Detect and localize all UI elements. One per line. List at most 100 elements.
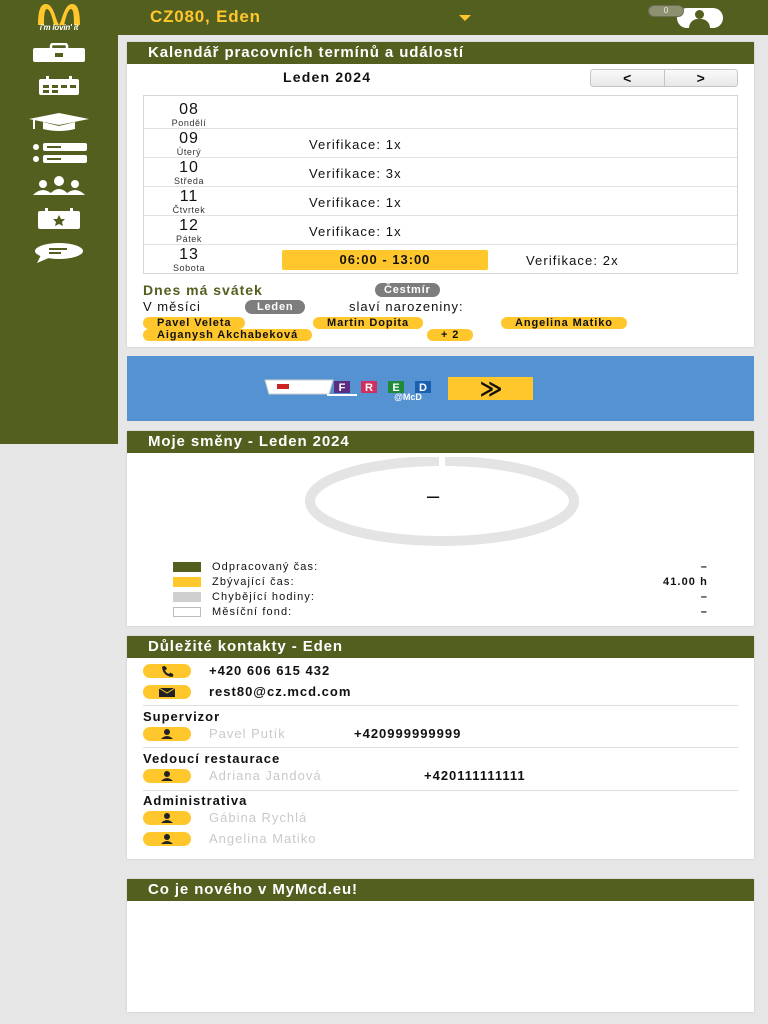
legend-label: Chybějící hodiny: [212,591,316,603]
notification-badge[interactable]: 0 [648,5,684,17]
legend-value: – [700,561,708,573]
day-event[interactable]: Verifikace: 3x [309,166,402,181]
manager-label: Vedoucí restaurace [143,751,281,766]
person-icon [143,727,191,741]
calendar-day-row[interactable]: 11 Čtvrtek Verifikace: 1x [144,187,737,216]
calendar-day-row[interactable]: 08 Pondělí [144,100,737,129]
calendar-star-icon[interactable] [29,207,89,231]
calendar-card: Kalendář pracovních termínů a událostí L… [127,42,754,347]
contacts-card: Důležité kontakty - Eden +420 606 615 43… [127,636,754,859]
day-event[interactable]: Verifikace: 1x [309,137,402,152]
store-selector[interactable]: CZ080, Eden [150,7,261,27]
team-icon[interactable] [29,175,89,199]
day-name: Čtvrtek [172,205,206,215]
fred-letter: R [365,382,373,394]
manager-phone[interactable]: +420111111111 [424,768,526,783]
birthday-prefix: V měsíci [143,299,201,314]
birthday-month-badge: Leden [245,300,306,314]
legend-swatch [173,607,201,617]
admin-name: Angelina Matiko [209,831,317,846]
user-body-icon [689,19,710,28]
day-name: Pátek [175,234,202,244]
person-icon [143,832,191,846]
briefcase-icon[interactable] [29,42,89,67]
logo-slogan: i'm lovin' it [39,23,79,32]
day-name: Úterý [176,147,202,157]
day-event[interactable]: Verifikace: 1x [309,224,402,239]
day-event[interactable]: Verifikace: 2x [526,253,619,268]
shift-pill[interactable]: 06:00 - 13:00 [282,250,488,270]
person-icon [143,811,191,825]
shifts-center-value: – [427,483,440,508]
list-icon[interactable] [29,141,89,165]
supervisor-label: Supervizor [143,709,221,724]
day-number: 09 [179,130,199,147]
legend-label: Odpracovaný čas: [212,561,319,573]
fred-banner[interactable]: F R E D @McD ≫ [127,356,754,421]
chevron-down-icon[interactable] [459,15,471,21]
legend-label: Zbývající čas: [212,576,295,588]
supervisor-phone[interactable]: +420999999999 [354,726,461,741]
nameday-badge: Čestmír [375,283,440,297]
user-head-icon [695,10,704,19]
legend-swatch [173,592,201,602]
fred-letter: F [339,382,346,394]
legend-swatch [173,577,201,587]
divider [143,705,738,706]
calendar-table: 08 Pondělí 09 Úterý Verifikace: 1x 10 St… [143,95,738,274]
golden-arches-icon [38,4,80,25]
chat-bubble-icon[interactable] [29,241,89,265]
contact-email[interactable]: rest80@cz.mcd.com [209,684,351,699]
legend-value: 41.00 h [662,576,708,588]
calendar-day-row[interactable]: 12 Pátek Verifikace: 1x [144,216,737,245]
calendar-icon[interactable] [29,75,89,99]
next-month-button[interactable]: > [665,70,738,86]
arrow-right-icon: ≫ [479,377,502,402]
sidebar [0,35,118,444]
shifts-donut-chart[interactable] [302,457,582,547]
divider [143,747,738,748]
mcdonalds-logo[interactable]: i'm lovin' it [0,0,118,35]
calendar-month: Leden 2024 [283,69,372,85]
birthday-pill[interactable]: Aiganysh Akchabeková [143,329,313,341]
divider [143,790,738,791]
legend-label: Měsíční fond: [212,606,293,618]
birthday-pill[interactable]: Pavel Veleta [143,317,246,329]
supervisor-name: Pavel Putík [209,726,286,741]
news-title: Co je nového v MyMcd.eu! [127,879,754,901]
birthday-more-pill[interactable]: + 2 [427,329,474,341]
manager-name: Adriana Jandová [209,768,322,783]
day-event[interactable]: Verifikace: 1x [309,195,402,210]
day-number: 11 [179,188,199,205]
nameday-label: Dnes má svátek [143,282,263,298]
prev-month-button[interactable]: < [591,70,665,86]
fred-subtitle: @McD [394,392,422,402]
contact-phone[interactable]: +420 606 615 432 [209,663,330,678]
day-number: 10 [179,159,199,176]
legend-swatch [173,562,201,572]
shifts-card: Moje směny - Leden 2024 – Odpracovaný ča… [127,431,754,626]
day-number: 12 [179,217,199,234]
news-card: Co je nového v MyMcd.eu! [127,879,754,1012]
calendar-day-row[interactable]: 13 Sobota 06:00 - 13:00 Verifikace: 2x [144,245,737,273]
day-name: Pondělí [171,118,207,128]
calendar-day-row[interactable]: 09 Úterý Verifikace: 1x [144,129,737,158]
email-icon [143,685,191,699]
top-bar: i'm lovin' it CZ080, Eden 0 [0,0,768,35]
day-name: Středa [173,176,205,186]
calendar-day-row[interactable]: 10 Středa Verifikace: 3x [144,158,737,187]
birthday-pill[interactable]: Martin Dopita [313,317,423,329]
phone-icon [143,664,191,678]
legend-value: – [700,591,708,603]
birthday-pill[interactable]: Angelina Matiko [501,317,627,329]
admin-name: Gábina Rychlá [209,810,308,825]
day-number: 13 [179,246,199,263]
fred-logo: F R E D @McD ≫ [264,377,533,402]
day-name: Sobota [172,263,206,273]
birthday-suffix: slaví narozeniny: [349,299,464,314]
calendar-nav: < > [590,69,738,87]
day-number: 08 [179,101,199,118]
graduation-cap-icon[interactable] [29,109,89,133]
calendar-title: Kalendář pracovních termínů a událostí [127,42,754,64]
shifts-title: Moje směny - Leden 2024 [127,431,754,453]
